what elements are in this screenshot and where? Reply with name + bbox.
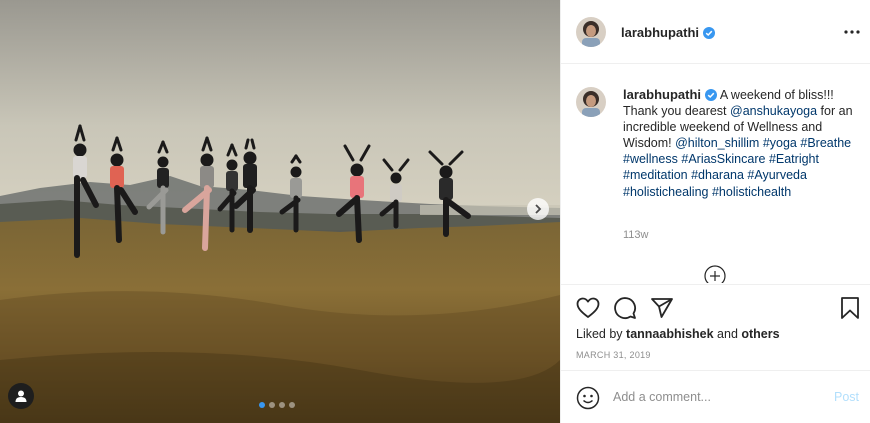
post-comment-button[interactable]: Post — [834, 390, 859, 404]
likes-prefix: Liked by — [576, 327, 627, 341]
carousel-dot — [259, 402, 265, 408]
likes-middle: and — [713, 327, 742, 341]
hashtag-link[interactable]: #Breathe — [800, 136, 851, 150]
hashtag-link[interactable]: #holistichealth — [712, 185, 791, 199]
save-button[interactable] — [837, 295, 863, 321]
load-more-icon — [704, 265, 726, 283]
caption-avatar[interactable] — [576, 87, 606, 117]
bookmark-icon — [841, 297, 859, 319]
hashtag-link[interactable]: #meditation — [623, 168, 688, 182]
caption-body: A weekend of bliss!!! Thank you dearest … — [623, 88, 853, 199]
avatar[interactable] — [576, 17, 606, 47]
share-button[interactable] — [649, 295, 675, 321]
hashtag-link[interactable]: #wellness — [623, 152, 678, 166]
profile-picture — [576, 17, 606, 47]
post-author-username[interactable]: larabhupathi — [621, 25, 699, 40]
liked-by-user-link[interactable]: tannaabhishek — [626, 327, 714, 341]
hashtag-link[interactable]: #dharana — [691, 168, 744, 182]
post-caption: larabhupathi A weekend of bliss!!! Thank… — [623, 87, 853, 200]
carousel-dot — [279, 402, 285, 408]
emoji-button[interactable] — [576, 386, 600, 410]
user-tags-button[interactable] — [8, 383, 34, 409]
add-comment-bar: Post — [561, 370, 870, 423]
carousel-next-button[interactable] — [527, 198, 549, 220]
likes-others-link[interactable]: others — [741, 327, 779, 341]
verified-icon — [703, 27, 716, 39]
caption-age[interactable]: 113w — [623, 229, 648, 241]
post-date[interactable]: MARCH 31, 2019 — [576, 350, 651, 360]
heart-icon — [576, 297, 600, 318]
verified-icon — [705, 89, 718, 101]
like-button[interactable] — [575, 295, 601, 321]
comments-section[interactable]: larabhupathi A weekend of bliss!!! Thank… — [561, 65, 870, 283]
carousel-indicator — [259, 402, 295, 408]
post-actions: Liked by tannaabhishek and others MARCH … — [561, 284, 870, 370]
mention-link[interactable]: @hilton_shillim — [675, 136, 759, 150]
comment-input[interactable] — [613, 385, 823, 409]
user-tag-icon — [15, 390, 27, 402]
likes-summary: Liked by tannaabhishek and others — [576, 327, 780, 341]
hashtag-link[interactable]: #holistichealing — [623, 185, 708, 199]
hashtag-link[interactable]: #Ayurveda — [747, 168, 807, 182]
emoji-icon — [576, 386, 600, 410]
more-icon — [844, 30, 860, 34]
chevron-right-icon — [535, 204, 542, 214]
comment-icon — [614, 297, 636, 319]
hashtag-link[interactable]: #AriasSkincare — [681, 152, 765, 166]
mention-link[interactable]: @anshukayoga — [730, 104, 817, 118]
post-header: larabhupathi — [561, 0, 870, 64]
hashtag-link[interactable]: #yoga — [763, 136, 797, 150]
profile-picture — [576, 87, 606, 117]
carousel-dot — [289, 402, 295, 408]
load-more-comments-button[interactable] — [704, 265, 726, 283]
comment-button[interactable] — [612, 295, 638, 321]
post-detail-panel: larabhupathi larabhupathi A weekend of b… — [560, 0, 870, 423]
caption-username[interactable]: larabhupathi — [623, 87, 701, 102]
hashtag-link[interactable]: #Eatright — [769, 152, 819, 166]
yoga-group-photo — [0, 0, 560, 423]
more-options-button[interactable] — [841, 22, 863, 42]
post-photo[interactable] — [0, 0, 560, 423]
carousel-dot — [269, 402, 275, 408]
share-icon — [651, 298, 673, 318]
